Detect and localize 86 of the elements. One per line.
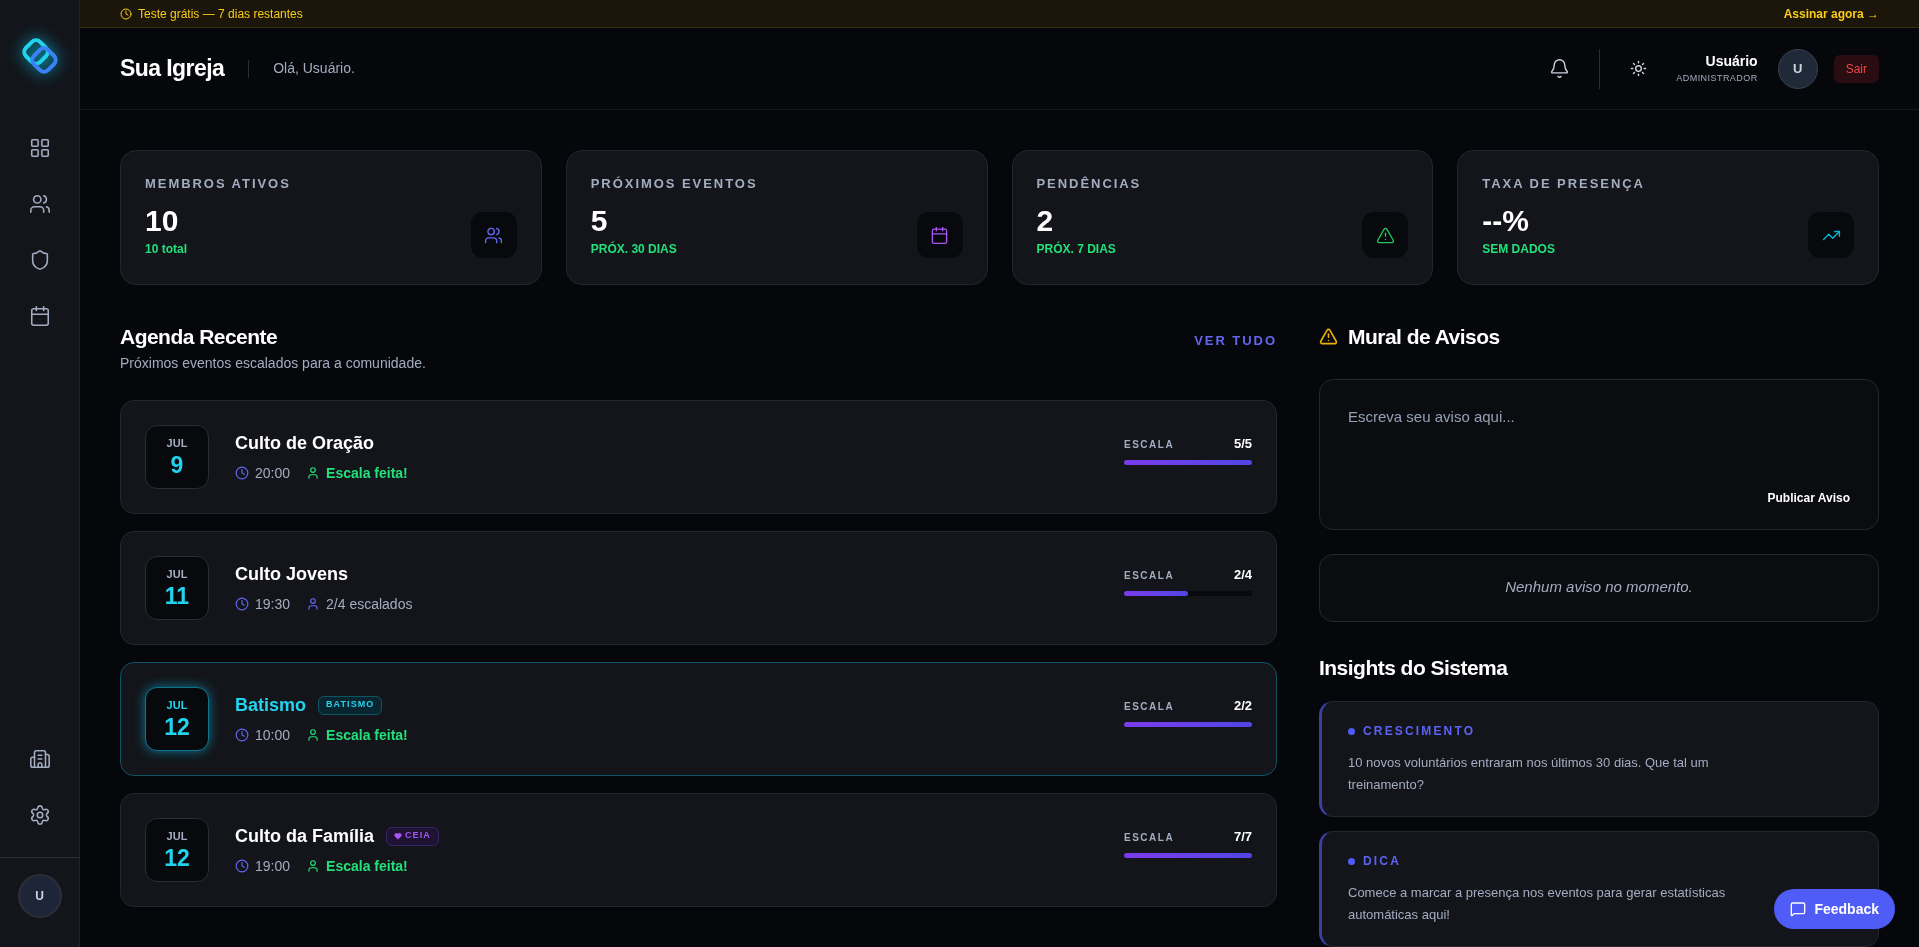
scale-count: 2/2: [1233, 697, 1252, 716]
publish-button[interactable]: Publicar Aviso: [1767, 488, 1850, 507]
date-day: 9: [170, 451, 184, 478]
scale-label: ESCALA: [1124, 568, 1175, 583]
scale-label: ESCALA: [1124, 830, 1175, 845]
event-card[interactable]: JUL 11 Culto Jovens 19:30 2/4 escalados ESCALA 2/4: [120, 530, 1277, 645]
user-role: ADMINISTRADOR: [1676, 72, 1758, 86]
grid-icon: [28, 137, 51, 159]
event-title: Culto da Família: [235, 824, 375, 848]
calendar-icon: [930, 225, 949, 245]
scale-label: ESCALA: [1124, 699, 1175, 714]
section-title: Mural de Avisos: [1348, 324, 1500, 350]
section-title: Insights do Sistema: [1319, 654, 1509, 681]
clock-icon: [235, 859, 249, 873]
stat-value: 5: [590, 202, 609, 239]
scale-label: ESCALA: [1124, 437, 1175, 452]
stat-label: TAXA DE PRESENÇA: [1482, 175, 1646, 193]
clock-icon: [120, 7, 132, 20]
event-tag: BATISMO: [318, 695, 383, 715]
event-title: Culto Jovens: [235, 562, 349, 586]
notice-field[interactable]: Escreva seu aviso aqui... Publicar Aviso: [1319, 378, 1879, 530]
clock-icon: [235, 728, 249, 742]
logout-button[interactable]: Sair: [1833, 54, 1879, 83]
clock-icon: [235, 597, 249, 611]
chat-icon: [1790, 901, 1807, 917]
stat-value: 10: [145, 202, 180, 239]
date-month: JUL: [166, 436, 188, 452]
empty-message: Nenhum aviso no momento.: [1505, 577, 1693, 598]
subscribe-link[interactable]: Assinar agora →: [1783, 4, 1879, 23]
roster-status: Escala feita!: [326, 856, 408, 876]
event-card[interactable]: JUL 9 Culto de Oração 20:00 Escala feita! ESCALA 5/5: [120, 399, 1277, 514]
see-all-link[interactable]: VER TUDO: [1194, 331, 1277, 351]
sun-icon: [1629, 60, 1647, 77]
event-card[interactable]: JUL 12 Culto da Família CEIA 19:00 Escala feita! ESCALA 7/7: [120, 792, 1277, 907]
insight-text: 10 novos voluntários entraram nos últimos 30 dias. Que tal um treinamento?: [1348, 754, 1710, 794]
stat-value: 2: [1036, 202, 1055, 239]
date-month: JUL: [166, 829, 188, 845]
event-title: Batismo: [235, 693, 306, 717]
event-time: 20:00: [255, 463, 291, 483]
date-day: 12: [164, 713, 190, 740]
stat-label: PENDÊNCIAS: [1036, 175, 1143, 193]
section-title: Agenda Recente: [120, 324, 279, 350]
insight-text: Comece a marcar a presença nos eventos para gerar estatísticas automáticas aqui!: [1348, 884, 1727, 924]
avatar[interactable]: U: [17, 874, 62, 918]
event-time: 10:00: [255, 725, 291, 745]
warning-icon: [1375, 225, 1395, 245]
church-name: Sua Igreja: [120, 54, 225, 84]
stat-value: --%: [1482, 202, 1530, 239]
warning-icon: [1319, 327, 1338, 347]
event-tag: CEIA: [386, 826, 439, 846]
user-name: Usuário: [1705, 52, 1758, 72]
avatar[interactable]: U: [1777, 48, 1818, 89]
scale-count: 7/7: [1233, 828, 1252, 847]
event-time: 19:30: [255, 594, 291, 614]
stat-note: 10 total: [145, 240, 188, 258]
greeting-text: Olá, Usuário.: [273, 59, 355, 78]
stat-note: PRÓX. 30 DIAS: [590, 240, 678, 258]
roster-status: Escala feita!: [326, 463, 408, 483]
date-month: JUL: [166, 567, 188, 583]
calendar-icon: [28, 305, 51, 327]
scale-count: 5/5: [1233, 435, 1252, 454]
roster-status: Escala feita!: [326, 725, 408, 745]
stat-note: SEM DADOS: [1482, 240, 1556, 258]
date-month: JUL: [166, 698, 188, 714]
date-day: 11: [164, 582, 190, 609]
section-subtitle: Próximos eventos escalados para a comunidade.: [120, 353, 426, 373]
users-icon: [484, 225, 504, 245]
building-icon: [28, 748, 51, 770]
stat-label: MEMBROS ATIVOS: [145, 175, 292, 193]
scale-count: 2/4: [1233, 566, 1252, 585]
feedback-button[interactable]: Feedback: [1774, 889, 1895, 929]
users-icon: [28, 193, 51, 215]
insight-tag: DICA: [1363, 852, 1401, 870]
insight-tag: CRESCIMENTO: [1363, 722, 1476, 740]
date-day: 12: [164, 844, 190, 871]
heart-icon: [394, 832, 403, 840]
stat-label: PRÓXIMOS EVENTOS: [590, 175, 759, 193]
trial-text: Teste grátis — 7 dias restantes: [138, 5, 303, 23]
event-card[interactable]: JUL 12 Batismo BATISMO 10:00 Escala feita! ESCALA 2/2: [120, 661, 1277, 776]
settings-icon: [28, 804, 51, 826]
bell-icon: [1548, 58, 1570, 79]
clock-icon: [235, 466, 249, 480]
event-title: Culto de Oração: [235, 431, 375, 455]
roster-status: 2/4 escalados: [326, 594, 413, 614]
stat-note: PRÓX. 7 DIAS: [1036, 240, 1117, 258]
event-time: 19:00: [255, 856, 291, 876]
